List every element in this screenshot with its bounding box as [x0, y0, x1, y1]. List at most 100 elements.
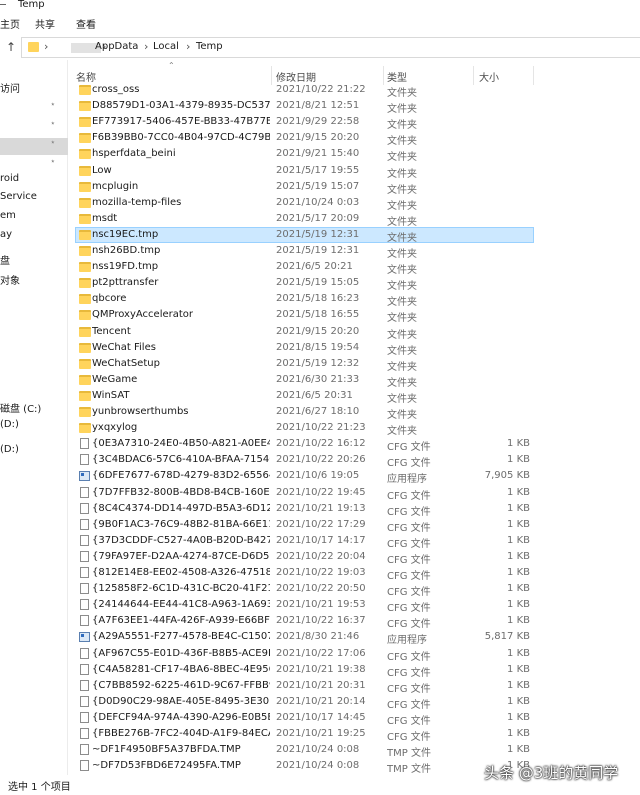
file-size: 1 KB: [507, 679, 530, 691]
file-row[interactable]: cross_oss 2021/10/22 21:22 文件夹: [68, 83, 640, 99]
file-row[interactable]: {D0D90C29-98AE-405E-8495-3E30D9... 2021/1…: [68, 695, 640, 711]
address-box[interactable]: › › AppData › Local › Temp: [21, 37, 640, 58]
file-type: 文件夹: [387, 120, 417, 132]
file-row[interactable]: {C7BB8592-6225-461D-9C67-FFBB97... 2021/1…: [68, 679, 640, 695]
file-name: WeChatSetup: [92, 357, 160, 369]
file-row[interactable]: {37D3CDDF-C527-4A0B-B20D-B4278... 2021/10…: [68, 534, 640, 550]
file-row[interactable]: Low 2021/5/17 19:55 文件夹: [68, 164, 640, 180]
sidebar-item-quick-access[interactable]: 访问: [0, 80, 20, 95]
status-text: 选中 1 个项目: [8, 782, 71, 793]
file-row[interactable]: D88579D1-03A1-4379-8935-DC537D... 2021/8/…: [68, 99, 640, 115]
file-date: 2021/5/19 15:07: [276, 180, 360, 192]
file-row[interactable]: pt2pttransfer 2021/5/19 15:05 文件夹: [68, 276, 640, 292]
file-date: 2021/5/19 12:32: [276, 357, 360, 369]
folder-icon: [28, 42, 39, 52]
file-row[interactable]: msdt 2021/5/17 20:09 文件夹: [68, 212, 640, 228]
tab-view[interactable]: 查看: [76, 16, 96, 31]
file-row[interactable]: {24144644-EE44-41C8-A963-1A693D... 2021/1…: [68, 598, 640, 614]
sidebar-item-ay[interactable]: ay: [0, 229, 12, 240]
file-row[interactable]: WeGame 2021/6/30 21:33 文件夹: [68, 373, 640, 389]
file-date: 2021/10/21 19:13: [276, 502, 366, 514]
file-row[interactable]: {79FA97EF-D2AA-4274-87CE-D6D57B... 2021/1…: [68, 550, 640, 566]
file-row[interactable]: {812E14E8-EE02-4508-A326-47518B5... 2021/…: [68, 566, 640, 582]
sidebar-item-android[interactable]: roid: [0, 173, 19, 184]
breadcrumb-temp[interactable]: Temp: [196, 41, 223, 52]
sidebar-item-drive-c[interactable]: 磁盘 (C:): [0, 400, 41, 415]
file-row[interactable]: {DEFCF94A-974A-4390-A296-E0B5E1... 2021/1…: [68, 711, 640, 727]
file-name: {79FA97EF-D2AA-4274-87CE-D6D57B...: [92, 550, 270, 562]
file-type: 文件夹: [387, 313, 417, 325]
file-type: CFG 文件: [387, 699, 431, 711]
chevron-right-icon[interactable]: ›: [186, 40, 190, 53]
up-arrow-icon[interactable]: ↑: [6, 40, 16, 54]
window-title: Temp: [18, 0, 45, 10]
sidebar-item-drive-d-2[interactable]: (D:): [0, 444, 19, 455]
file-row[interactable]: yxqxylog 2021/10/22 21:23 文件夹: [68, 421, 640, 437]
sidebar-item-drive-d[interactable]: (D:): [0, 419, 19, 430]
file-type: CFG 文件: [387, 490, 431, 502]
file-row[interactable]: {125858F2-6C1D-431C-BC20-41F2127... 2021/…: [68, 582, 640, 598]
chevron-right-icon[interactable]: ›: [144, 40, 148, 53]
file-row[interactable]: QMProxyAccelerator 2021/5/18 16:55 文件夹: [68, 308, 640, 324]
file-row[interactable]: {AF967C55-E01D-436F-B8B5-ACE9D6... 2021/1…: [68, 647, 640, 663]
tab-share[interactable]: 共享: [35, 16, 55, 31]
file-row[interactable]: ~DF1F4950BF5A37BFDA.TMP 2021/10/24 0:08 TM…: [68, 743, 640, 759]
file-date: 2021/10/22 21:23: [276, 422, 366, 434]
file-size: 1 KB: [507, 550, 530, 562]
chevron-right-icon[interactable]: ›: [44, 40, 48, 53]
file-row[interactable]: nss19FD.tmp 2021/6/5 20:21 文件夹: [68, 260, 640, 276]
column-type[interactable]: 类型: [387, 69, 407, 84]
file-type: 文件夹: [387, 232, 417, 244]
column-size[interactable]: 大小: [479, 69, 499, 84]
file-icon: [80, 647, 89, 659]
file-icon: [80, 583, 89, 595]
file-row[interactable]: {9B0F1AC3-76C9-48B2-81BA-66E110... 2021/1…: [68, 518, 640, 534]
file-row[interactable]: {6DFE7677-678D-4279-83D2-65564FF... 2021/…: [68, 469, 640, 485]
file-row[interactable]: WinSAT 2021/6/5 20:31 文件夹: [68, 389, 640, 405]
file-size: 1 KB: [507, 647, 530, 659]
sidebar-item-service[interactable]: Service: [0, 191, 37, 202]
file-row[interactable]: {A7F63EE1-44FA-426F-A939-E66BF11... 2021/…: [68, 614, 640, 630]
file-row[interactable]: {8C4C4374-DD14-497D-B5A3-6D12D... 2021/10…: [68, 502, 640, 518]
file-date: 2021/5/17 19:55: [276, 164, 360, 176]
file-type: 文件夹: [387, 200, 417, 212]
folder-icon: [79, 133, 91, 144]
breadcrumb-appdata[interactable]: AppData: [95, 41, 138, 52]
file-row[interactable]: yunbrowserthumbs 2021/6/27 18:10 文件夹: [68, 405, 640, 421]
folder-icon: [79, 117, 91, 128]
folder-icon: [79, 85, 91, 95]
file-row[interactable]: {0E3A7310-24E0-4B50-A821-A0EE43E... 2021/…: [68, 437, 640, 453]
sidebar-item-objects[interactable]: 对象: [0, 272, 20, 287]
file-row[interactable]: nsc19EC.tmp 2021/5/19 12:31 文件夹: [68, 226, 640, 244]
file-row[interactable]: hsperfdata_beini 2021/9/21 15:40 文件夹: [68, 147, 640, 163]
file-row[interactable]: {7D7FFB32-800B-4BD8-B4CB-160E9F... 2021/1…: [68, 486, 640, 502]
file-name: {812E14E8-EE02-4508-A326-47518B5...: [92, 567, 270, 578]
sidebar-item-disk[interactable]: 盘: [0, 252, 10, 267]
column-name[interactable]: 名称: [76, 69, 96, 84]
breadcrumb-local[interactable]: Local: [153, 41, 179, 52]
file-row[interactable]: mozilla-temp-files 2021/10/24 0:03 文件夹: [68, 196, 640, 212]
file-row[interactable]: {FBBE276B-7FC2-404D-A1F9-84ECA8... 2021/1…: [68, 727, 640, 743]
file-row[interactable]: EF773917-5406-457E-BB33-47B77E0... 2021/9…: [68, 115, 640, 131]
file-row[interactable]: nsh26BD.tmp 2021/5/19 12:31 文件夹: [68, 244, 640, 260]
file-row[interactable]: mcplugin 2021/5/19 15:07 文件夹: [68, 180, 640, 196]
file-date: 2021/6/5 20:31: [276, 389, 353, 401]
file-row[interactable]: Tencent 2021/9/15 20:20 文件夹: [68, 325, 640, 341]
file-name: {7D7FFB32-800B-4BD8-B4CB-160E9F...: [92, 486, 270, 498]
file-row[interactable]: {A29A5551-F277-4578-BE4C-C150795... 2021/…: [68, 630, 640, 646]
file-row[interactable]: WeChatSetup 2021/5/19 12:32 文件夹: [68, 357, 640, 373]
file-row[interactable]: {3C4BDAC6-57C6-410A-BFAA-715404... 2021/1…: [68, 453, 640, 469]
column-date[interactable]: 修改日期: [276, 69, 316, 84]
file-size: 1 KB: [507, 518, 530, 530]
sidebar-item-system[interactable]: em: [0, 210, 16, 221]
file-name: D88579D1-03A1-4379-8935-DC537D...: [92, 100, 270, 112]
file-row[interactable]: qbcore 2021/5/18 16:23 文件夹: [68, 292, 640, 308]
file-row[interactable]: {C4A58281-CF17-4BA6-8BEC-4E9568... 2021/1…: [68, 663, 640, 679]
file-type: 文件夹: [387, 168, 417, 180]
file-row[interactable]: F6B39BB0-7CC0-4B04-97CD-4C79B1... 2021/9/…: [68, 131, 640, 147]
file-date: 2021/9/29 22:58: [276, 116, 360, 128]
folder-icon: [79, 213, 91, 224]
tab-home[interactable]: 主页: [0, 16, 20, 31]
file-row[interactable]: WeChat Files 2021/8/15 19:54 文件夹: [68, 341, 640, 357]
file-date: 2021/8/21 12:51: [276, 100, 360, 112]
